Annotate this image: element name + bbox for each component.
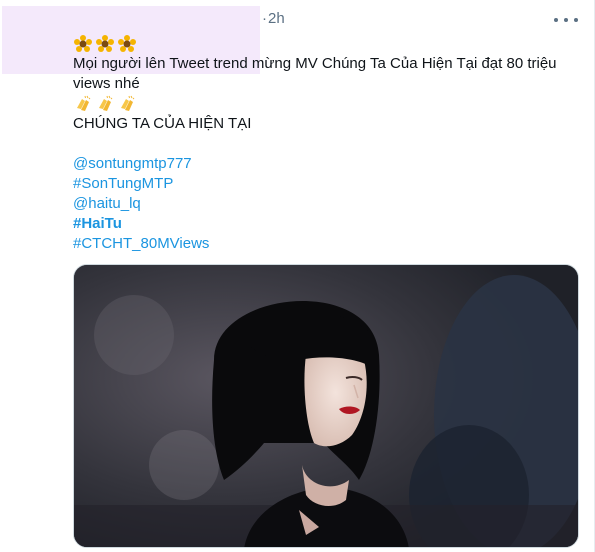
- tweet-text: Mọi người lên Tweet trend mừng MV Chúng …: [73, 34, 573, 254]
- clapping-hands-icon: [121, 95, 135, 111]
- mention-sontungmtp777[interactable]: @sontungmtp777: [73, 154, 573, 174]
- clap-emoji-row: [73, 94, 573, 114]
- mention-haitu[interactable]: @haitu_lq: [73, 194, 573, 214]
- timestamp[interactable]: 2h: [268, 10, 285, 27]
- clapping-hands-icon: [77, 95, 91, 111]
- sunflower-emoji-row: [73, 34, 573, 54]
- sunflower-icon: [118, 35, 136, 52]
- hashtag-haitu[interactable]: #HaiTu: [73, 214, 573, 234]
- hashtag-ctcht-80mviews[interactable]: #CTCHT_80MViews: [73, 234, 573, 254]
- separator: ·: [262, 10, 267, 27]
- hashtag-sontungmtp[interactable]: #SonTungMTP: [73, 174, 573, 194]
- more-horizontal-icon[interactable]: [554, 10, 578, 30]
- tweet[interactable]: · 2h Mọi người lên Tweet trend mừng MV C…: [0, 0, 595, 552]
- tweet-photo[interactable]: [73, 264, 579, 548]
- clapping-hands-icon: [99, 95, 113, 111]
- sunflower-icon: [74, 35, 92, 52]
- tweet-text-line1: Mọi người lên Tweet trend mừng MV Chúng …: [73, 55, 557, 92]
- sunflower-icon: [96, 35, 114, 52]
- tweet-title-caps: CHÚNG TA CỦA HIỆN TẠI: [73, 115, 252, 132]
